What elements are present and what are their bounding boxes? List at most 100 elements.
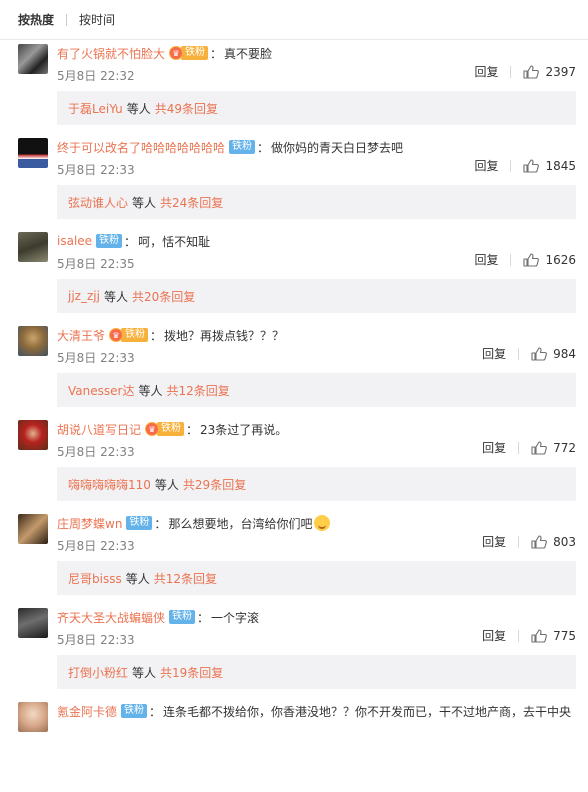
avatar[interactable] — [18, 702, 48, 732]
thumbs-up-icon — [531, 629, 553, 643]
fan-badge[interactable]: 铁粉 — [121, 704, 148, 718]
thumbs-up-icon — [523, 253, 545, 267]
username-link[interactable]: 齐天大圣大战蝙蝠侠 — [57, 609, 165, 626]
like-button[interactable]: 984 — [531, 347, 576, 361]
sub-replies-box[interactable]: Vanesser达 等人 共12条回复 — [57, 373, 576, 407]
sort-by-hot-tab[interactable]: 按热度 — [18, 11, 54, 28]
username-link[interactable]: 终于可以改名了哈哈哈哈哈哈哈 — [57, 139, 225, 156]
sub-reply-user-link[interactable]: jjz_zjj — [68, 289, 100, 303]
fan-badge-label: 铁粉 — [121, 704, 148, 718]
sub-reply-count-link[interactable]: 共12条回复 — [166, 382, 229, 399]
reply-button[interactable]: 回复 — [474, 160, 512, 172]
fan-badge[interactable]: 铁粉 — [96, 234, 123, 248]
like-button[interactable]: 1626 — [523, 253, 576, 267]
username-link[interactable]: 有了火锅就不怕脸大 — [57, 45, 165, 62]
avatar[interactable] — [18, 514, 48, 544]
sub-reply-user-link[interactable]: Vanesser达 — [68, 382, 134, 399]
fan-badge-label: 铁粉 — [121, 328, 149, 342]
fan-badge[interactable]: 铁粉 — [229, 140, 256, 154]
reply-button[interactable]: 回复 — [474, 66, 512, 78]
avatar[interactable] — [18, 232, 48, 262]
comment-actions: 回复 1845 — [474, 159, 576, 173]
like-button[interactable]: 775 — [531, 629, 576, 643]
sub-reply-user-link[interactable]: 于磊LeiYu — [68, 100, 123, 117]
sub-replies-box[interactable]: 打倒小粉红 等人 共19条回复 — [57, 655, 576, 689]
fan-badge-label: 铁粉 — [126, 516, 153, 530]
like-count: 1845 — [545, 159, 576, 173]
fan-badge-label: 铁粉 — [96, 234, 123, 248]
avatar[interactable] — [18, 326, 48, 356]
avatar[interactable] — [18, 44, 48, 74]
sub-reply-count-link[interactable]: 共24条回复 — [160, 194, 223, 211]
fan-badge[interactable]: ♛ 铁粉 — [169, 46, 209, 60]
comment-text: 拨地？再拨点钱？？？ — [164, 328, 285, 343]
comment-line: 终于可以改名了哈哈哈哈哈哈哈 铁粉：做你妈的青天白日梦去吧 — [57, 138, 403, 156]
sub-reply-count-link[interactable]: 共12条回复 — [154, 570, 217, 587]
comment-timestamp: 5月8日 22:33 — [57, 163, 135, 177]
fan-badge-label: 铁粉 — [157, 422, 185, 436]
comment-line: 胡说八道写日记 ♛ 铁粉： 23条过了再说。 — [57, 420, 287, 438]
colon: ： — [149, 704, 162, 719]
avatar[interactable] — [18, 138, 48, 168]
sub-replies-box[interactable]: 嗨嗨嗨嗨嗨110 等人 共29条回复 — [57, 467, 576, 501]
smile-emoji-icon — [314, 515, 331, 531]
comment-item: 氪金阿卡德 铁粉：连条毛都不拨给你，你香港没地？？你不开发而已，干不过地产商，去干… — [0, 698, 588, 792]
fan-badge[interactable]: ♛ 铁粉 — [145, 422, 185, 436]
comment-item: 胡说八道写日记 ♛ 铁粉： 23条过了再说。 5月8日 22:33 回复 772 嗨嗨嗨嗨嗨1… — [0, 416, 588, 510]
like-count: 1626 — [545, 253, 576, 267]
comment-actions: 回复 1626 — [474, 253, 576, 267]
comment-line: 氪金阿卡德 铁粉：连条毛都不拨给你，你香港没地？？你不开发而已，干不过地产商，去干… — [57, 702, 571, 720]
comment-timestamp: 5月8日 22:33 — [57, 633, 135, 647]
like-count: 2397 — [545, 65, 576, 79]
colon: ： — [154, 516, 167, 531]
username-link[interactable]: isalee — [57, 234, 92, 248]
sub-reply-user-link[interactable]: 尼哥bisss — [68, 570, 122, 587]
sub-reply-user-link[interactable]: 打倒小粉红 — [68, 664, 128, 681]
sub-reply-mid-text: 等人 — [126, 101, 151, 116]
sub-reply-mid-text: 等人 — [103, 289, 128, 304]
sort-by-time-tab[interactable]: 按时间 — [79, 11, 115, 28]
like-button[interactable]: 772 — [531, 441, 576, 455]
sub-reply-mid-text: 等人 — [138, 383, 163, 398]
reply-button[interactable]: 回复 — [474, 254, 512, 266]
fan-badge[interactable]: 铁粉 — [169, 610, 196, 624]
reply-button[interactable]: 回复 — [482, 348, 520, 360]
comment-actions: 回复 775 — [482, 629, 576, 643]
sub-reply-mid-text: 等人 — [125, 571, 150, 586]
fan-badge-label: 铁粉 — [229, 140, 256, 154]
comment-actions: 回复 772 — [482, 441, 576, 455]
username-link[interactable]: 胡说八道写日记 — [57, 421, 141, 438]
reply-button[interactable]: 回复 — [482, 630, 520, 642]
avatar[interactable] — [18, 420, 48, 450]
colon: ： — [197, 610, 210, 625]
comment-list: 有了火锅就不怕脸大 ♛ 铁粉：真不要脸 5月8日 22:32 回复 2397 于磊LeiYu… — [0, 40, 588, 792]
like-button[interactable]: 803 — [531, 535, 576, 549]
sub-reply-user-link[interactable]: 弦动谁人心 — [68, 194, 128, 211]
sub-replies-box[interactable]: jjz_zjj 等人 共20条回复 — [57, 279, 576, 313]
sub-replies-box[interactable]: 于磊LeiYu 等人 共49条回复 — [57, 91, 576, 125]
sub-reply-count-link[interactable]: 共19条回复 — [160, 664, 223, 681]
sub-reply-count-link[interactable]: 共20条回复 — [132, 288, 195, 305]
like-button[interactable]: 1845 — [523, 159, 576, 173]
fan-badge[interactable]: 铁粉 — [126, 516, 153, 530]
sub-reply-count-link[interactable]: 共29条回复 — [183, 476, 246, 493]
sub-reply-count-link[interactable]: 共49条回复 — [155, 100, 218, 117]
thumbs-up-icon — [531, 347, 553, 361]
sub-replies-box[interactable]: 尼哥bisss 等人 共12条回复 — [57, 561, 576, 595]
comment-timestamp: 5月8日 22:33 — [57, 539, 135, 553]
reply-button[interactable]: 回复 — [482, 536, 520, 548]
like-button[interactable]: 2397 — [523, 65, 576, 79]
comment-text: 真不要脸 — [224, 46, 273, 61]
comment-actions: 回复 803 — [482, 535, 576, 549]
sub-reply-user-link[interactable]: 嗨嗨嗨嗨嗨110 — [68, 476, 151, 493]
fan-badge[interactable]: ♛ 铁粉 — [109, 328, 149, 342]
username-link[interactable]: 大清王爷 — [57, 327, 105, 344]
colon: ： — [186, 422, 199, 437]
username-link[interactable]: 庄周梦蝶wn — [57, 515, 122, 532]
comment-item: 大清王爷 ♛ 铁粉：拨地？再拨点钱？？？ 5月8日 22:33 回复 984 Vanesse… — [0, 322, 588, 416]
comment-line: 齐天大圣大战蝙蝠侠 铁粉：一个字滚 — [57, 608, 259, 626]
reply-button[interactable]: 回复 — [482, 442, 520, 454]
sub-replies-box[interactable]: 弦动谁人心 等人 共24条回复 — [57, 185, 576, 219]
avatar[interactable] — [18, 608, 48, 638]
username-link[interactable]: 氪金阿卡德 — [57, 703, 117, 720]
